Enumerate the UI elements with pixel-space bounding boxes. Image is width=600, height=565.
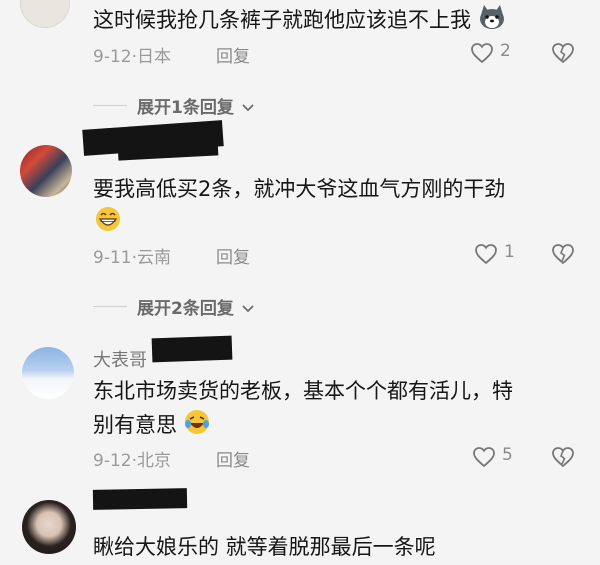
husky-dog-emoji	[478, 4, 506, 38]
heart-icon	[475, 244, 497, 265]
comment-meta: 9-12·日本	[93, 47, 171, 67]
expand-replies-button[interactable]: 展开2条回复	[137, 294, 255, 319]
redacted-username	[151, 335, 233, 363]
like-count: 2	[500, 41, 511, 61]
laughing-tears-emoji	[184, 409, 210, 443]
dislike-button[interactable]	[551, 243, 577, 267]
divider	[93, 105, 127, 106]
comment-text: 要我高低买2条，就冲大爷这血气方刚的干劲	[93, 177, 506, 201]
comment-text: 瞅给大娘乐的 就等着脱那最后一条呢	[93, 535, 436, 559]
expand-replies-button[interactable]: 展开1条回复	[137, 93, 255, 118]
comment-text: 这时候我抢几条裤子就跑他应该追不上我	[93, 4, 506, 38]
dislike-button[interactable]	[551, 42, 577, 66]
chevron-down-icon	[242, 305, 254, 313]
reply-button[interactable]: 回复	[216, 243, 250, 268]
comment-text-line: 东北市场卖货的老板，基本个个都有活儿，特	[93, 379, 513, 403]
comment-meta: 9-12·北京	[93, 451, 171, 471]
reply-button[interactable]: 回复	[216, 42, 250, 67]
chevron-down-icon	[242, 104, 254, 112]
comment-date: 9-11	[93, 248, 132, 268]
comment-location: 云南	[137, 248, 171, 268]
avatar[interactable]	[22, 500, 76, 554]
comment-location: 北京	[137, 451, 171, 471]
like-button[interactable]: 1	[474, 241, 520, 267]
heart-icon	[473, 447, 495, 468]
broken-heart-icon	[552, 244, 574, 265]
divider	[93, 306, 127, 307]
like-button[interactable]: 2	[470, 40, 520, 66]
avatar[interactable]	[20, 0, 70, 28]
username: 大表哥	[93, 350, 147, 371]
avatar[interactable]	[20, 145, 72, 197]
avatar[interactable]	[22, 347, 74, 399]
comment-meta: 9-11·云南	[93, 248, 171, 268]
expand-replies-label: 展开2条回复	[137, 299, 234, 319]
broken-heart-icon	[552, 447, 574, 468]
grinning-emoji	[95, 206, 121, 236]
redacted-username	[92, 488, 188, 510]
dislike-button[interactable]	[551, 446, 577, 470]
like-button[interactable]: 5	[472, 444, 520, 470]
like-count: 1	[504, 242, 515, 262]
comment-date: 9-12	[93, 451, 132, 471]
broken-heart-icon	[552, 43, 574, 64]
comment-location: 日本	[137, 47, 171, 67]
like-count: 5	[502, 445, 513, 465]
comment-date: 9-12	[93, 47, 132, 67]
comment-text-line: 别有意思	[93, 409, 210, 443]
reply-button[interactable]: 回复	[216, 446, 250, 471]
expand-replies-label: 展开1条回复	[137, 98, 234, 118]
heart-icon	[471, 43, 493, 64]
